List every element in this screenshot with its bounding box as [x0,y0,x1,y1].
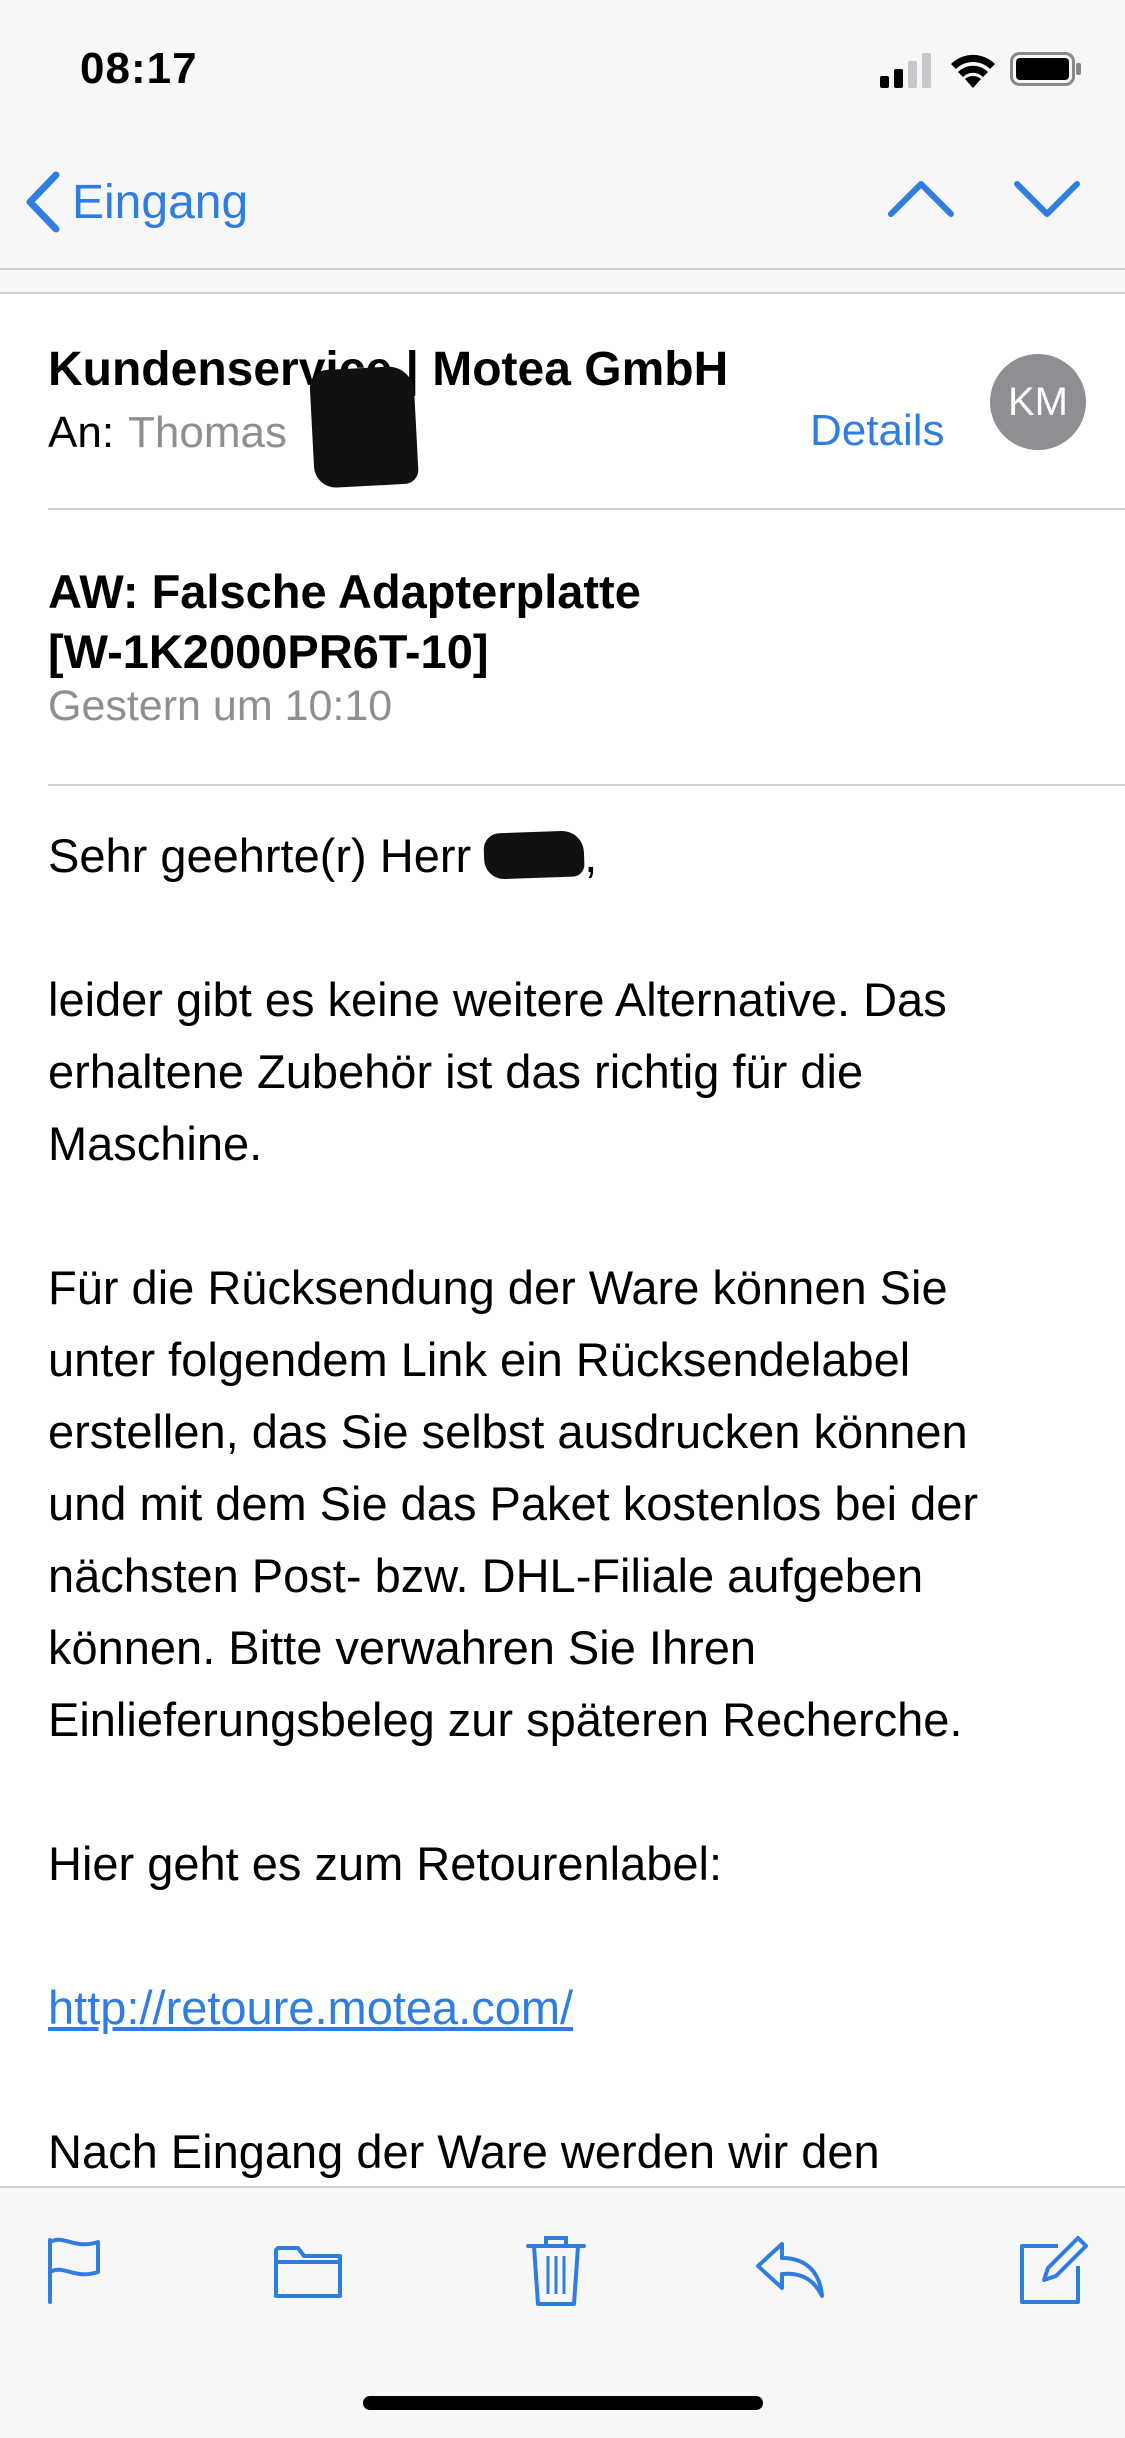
flag-icon[interactable] [36,2232,112,2308]
body-line: können. Bitte verwahren Sie Ihren [48,1621,757,1674]
status-bar: 08:17 [0,0,1125,140]
subject-line: AW: Falsche Adapterplatte [48,565,641,618]
greeting-comma: , [584,829,598,882]
return-label-link[interactable]: http://retoure.motea.com/ [48,1981,573,2034]
status-time: 08:17 [80,44,198,93]
greeting-text: Sehr geehrte(r) Herr [48,829,472,882]
email-date: Gestern um 10:10 [48,682,393,730]
body-line: leider gibt es keine weitere Alternative… [48,973,947,1026]
compose-icon[interactable] [1014,2232,1090,2308]
body-paragraph: Hier geht es zum Retourenlabel: [48,1828,1088,1900]
body-line: unter folgendem Link ein Rücksendelabel [48,1333,911,1386]
body-line: nächsten Post- bzw. DHL-Filiale aufgeben [48,1549,924,1602]
divider [48,508,1125,510]
header-separator-strip [0,270,1125,294]
body-line: Einlieferungsbeleg zur späteren Recherch… [48,1693,963,1746]
body-paragraph: Für die Rücksendung der Ware können Sie … [48,1252,1088,1756]
home-indicator[interactable] [363,2396,763,2410]
redaction-mark [308,365,420,489]
wifi-icon [951,54,995,88]
message-body: Sehr geehrte(r) Herr , leider gibt es ke… [48,820,1088,2260]
chevron-left-icon [26,171,60,233]
avatar: KM [990,354,1086,450]
body-line: Hier geht es zum Retourenlabel: [48,1837,723,1890]
recipient-line: An: Thomas [48,408,287,458]
body-paragraph: leider gibt es keine weitere Alternative… [48,964,1088,1180]
body-line: erhaltene Zubehör ist das richtig für di… [48,1045,864,1098]
trash-icon[interactable] [518,2232,594,2308]
divider [48,784,1125,786]
body-paragraph: Nach Eingang der Ware werden wir den [48,2116,1088,2188]
back-label: Eingang [72,175,249,229]
body-line: Nach Eingang der Ware werden wir den [48,2125,880,2178]
body-line: und mit dem Sie das Paket kostenlos bei … [48,1477,979,1530]
subject-line: [W-1K2000PR6T-10] [48,625,489,678]
reply-icon[interactable] [752,2232,828,2308]
chevron-down-icon[interactable] [1012,164,1082,234]
greeting-paragraph: Sehr geehrte(r) Herr , [48,820,1088,892]
body-line: Für die Rücksendung der Ware können Sie [48,1261,948,1314]
signal-icon [880,53,931,88]
recipient-name[interactable]: Thomas [128,408,287,457]
chevron-up-icon[interactable] [886,164,956,234]
recipient-label: An: [48,408,115,457]
navigation-bar: Eingang [0,140,1125,270]
redaction-mark [483,830,585,880]
body-line: erstellen, das Sie selbst ausdrucken kön… [48,1405,968,1458]
folder-icon[interactable] [270,2232,346,2308]
back-button[interactable]: Eingang [22,162,248,242]
body-line: Maschine. [48,1117,263,1170]
email-subject: AW: Falsche Adapterplatte [W-1K2000PR6T-… [48,562,1048,682]
battery-icon [1010,52,1081,86]
link-paragraph: http://retoure.motea.com/ [48,1972,1088,2044]
details-button[interactable]: Details [810,406,945,456]
